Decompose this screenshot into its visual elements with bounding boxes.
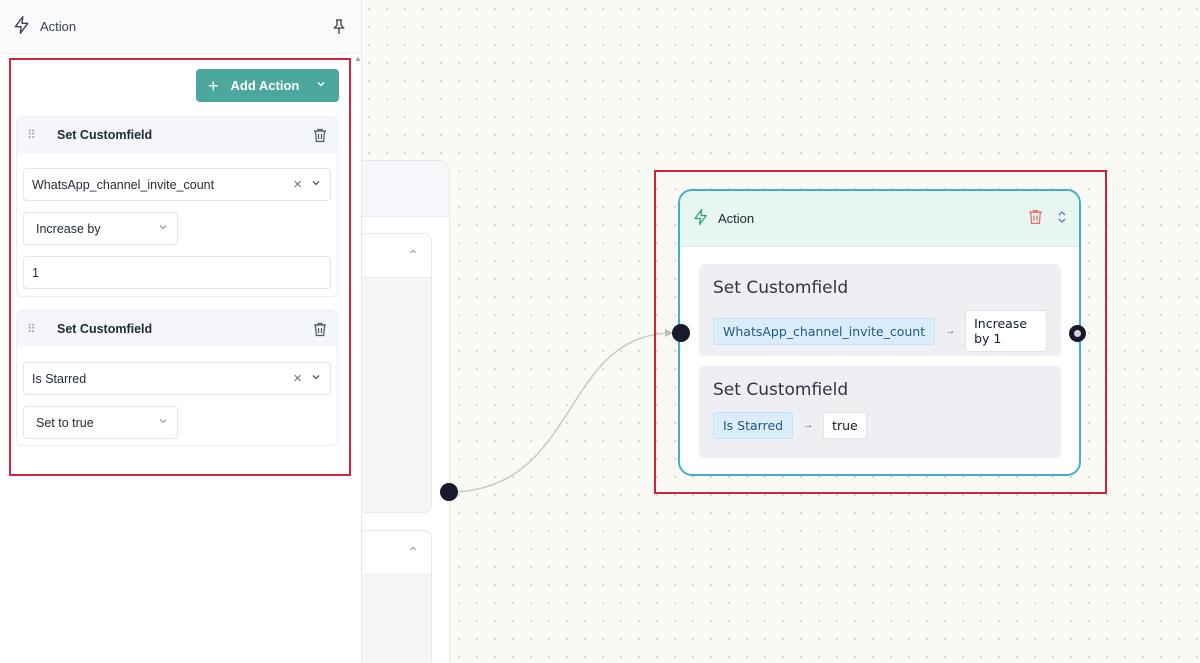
action-node[interactable]: Action Set Customfield WhatsApp_channel_… <box>678 189 1081 476</box>
operation-select-value: Set to true <box>36 415 94 430</box>
trash-icon[interactable] <box>1028 209 1043 228</box>
lightning-icon <box>12 15 32 38</box>
scroll-up-arrow[interactable]: ▲ <box>354 54 362 63</box>
action-name: Set Customfield <box>57 322 153 336</box>
arrow-icon: → <box>945 325 956 337</box>
action-name: Set Customfield <box>57 128 153 142</box>
background-node-card[interactable]: ⌃ <box>358 233 432 513</box>
panel-title: Action <box>40 19 77 34</box>
action-node-header: Action <box>680 191 1079 247</box>
chevron-down-icon[interactable] <box>157 221 169 236</box>
arrow-icon: → <box>803 420 814 431</box>
trash-icon[interactable] <box>313 128 327 143</box>
drag-handle-icon[interactable]: ⠿ <box>27 128 43 142</box>
value-input[interactable]: 1 <box>23 256 331 289</box>
chevron-down-icon[interactable] <box>310 177 322 192</box>
operation-select-value: Increase by <box>36 221 101 236</box>
operation-select[interactable]: Increase by <box>23 212 178 245</box>
action-block-header: ⠿ Set Customfield <box>17 117 337 153</box>
field-chip: WhatsApp_channel_invite_count <box>713 317 936 345</box>
clear-icon[interactable]: × <box>293 371 302 386</box>
chevron-updown-icon[interactable]: ⌃ <box>359 531 431 575</box>
field-select-value: WhatsApp_channel_invite_count <box>32 177 215 192</box>
value-chip: Increase by 1 <box>965 310 1047 352</box>
add-action-label: Add Action <box>230 78 300 93</box>
customfield-card: Set Customfield WhatsApp_channel_invite_… <box>699 264 1061 356</box>
clear-icon[interactable]: × <box>293 177 302 192</box>
lightning-icon <box>692 208 710 229</box>
chevron-updown-icon[interactable]: ⌃ <box>359 234 431 278</box>
card-title: Set Customfield <box>713 278 849 298</box>
action-node-title: Action <box>718 211 755 226</box>
plus-icon: + <box>208 75 219 96</box>
output-port[interactable] <box>440 483 458 501</box>
pin-icon[interactable] <box>329 17 349 37</box>
add-action-button[interactable]: + Add Action <box>196 69 339 102</box>
background-node-card[interactable]: ⌃ <box>358 530 432 663</box>
action-block: ⠿ Set Customfield WhatsApp_channel_invit… <box>16 116 338 297</box>
operation-select[interactable]: Set to true <box>23 406 178 439</box>
field-select[interactable]: WhatsApp_channel_invite_count × <box>23 168 331 201</box>
panel-header: Action <box>0 0 361 54</box>
chevron-down-icon[interactable] <box>157 415 169 430</box>
value-input-text: 1 <box>32 265 39 280</box>
output-port[interactable] <box>1069 325 1086 342</box>
value-chip: true <box>823 412 867 439</box>
input-port[interactable] <box>672 324 690 342</box>
drag-handle-icon[interactable]: ⠿ <box>27 322 43 336</box>
field-chip: Is Starred <box>713 412 794 439</box>
customfield-card: Set Customfield Is Starred → true <box>699 366 1061 458</box>
field-select-value: Is Starred <box>32 371 87 386</box>
chevron-down-icon[interactable] <box>310 371 322 386</box>
action-block: ⠿ Set Customfield Is Starred × Set to tr… <box>16 310 338 446</box>
chevron-updown-icon[interactable] <box>1057 209 1067 228</box>
action-block-header: ⠿ Set Customfield <box>17 311 337 347</box>
field-select[interactable]: Is Starred × <box>23 362 331 395</box>
card-title: Set Customfield <box>713 380 849 400</box>
chevron-down-icon[interactable] <box>315 78 327 93</box>
trash-icon[interactable] <box>313 322 327 337</box>
